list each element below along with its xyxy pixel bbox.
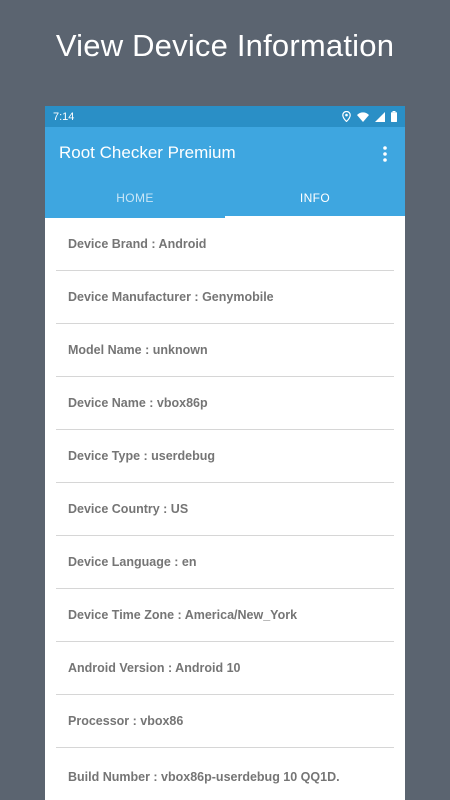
info-device-country: Device Country : US — [56, 483, 394, 536]
app-bar: Root Checker Premium HOME INFO — [45, 127, 405, 218]
status-icons — [342, 111, 397, 122]
battery-icon — [391, 111, 397, 122]
info-model-name: Model Name : unknown — [56, 324, 394, 377]
more-vert-icon — [383, 146, 387, 162]
phone-screen: 7:14 Root Checker Premium HOME INFO Devi… — [45, 106, 405, 800]
info-processor: Processor : vbox86 — [56, 695, 394, 748]
tab-info[interactable]: INFO — [225, 178, 405, 218]
info-device-language: Device Language : en — [56, 536, 394, 589]
info-build-number: Build Number : vbox86p-userdebug 10 QQ1D… — [68, 770, 340, 784]
tab-home[interactable]: HOME — [45, 178, 225, 218]
tab-bar: HOME INFO — [45, 178, 405, 218]
status-time: 7:14 — [53, 110, 75, 123]
device-info-list: Device Brand : Android Device Manufactur… — [45, 218, 405, 800]
info-device-type: Device Type : userdebug — [56, 430, 394, 483]
wifi-icon — [357, 111, 369, 122]
promo-title: View Device Information — [55, 28, 395, 63]
info-android-version: Android Version : Android 10 — [56, 642, 394, 695]
info-device-brand: Device Brand : Android — [56, 218, 394, 271]
status-bar: 7:14 — [45, 106, 405, 127]
info-device-name: Device Name : vbox86p — [56, 377, 394, 430]
signal-icon — [375, 111, 385, 122]
info-device-time-zone: Device Time Zone : America/New_York — [56, 589, 394, 642]
app-title: Root Checker Premium — [59, 143, 236, 162]
info-device-manufacturer: Device Manufacturer : Genymobile — [56, 271, 394, 324]
location-icon — [342, 111, 351, 122]
overflow-menu-button[interactable] — [375, 142, 395, 166]
